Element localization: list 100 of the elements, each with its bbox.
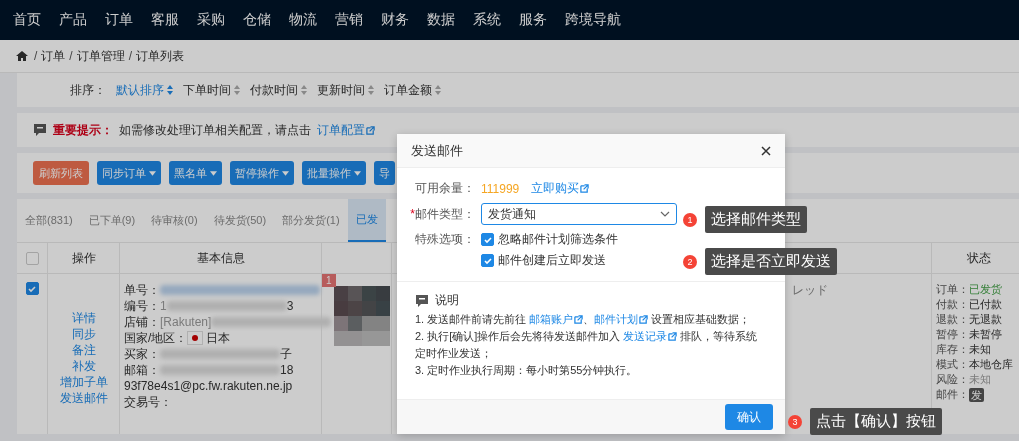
caret-icon xyxy=(210,170,217,176)
status-value: 未知 xyxy=(969,342,991,357)
status-value: 发 xyxy=(969,388,984,402)
note-line: 3. 定时作业执行周期：每小时第55分钟执行。 xyxy=(415,363,639,378)
nav-item[interactable]: 订单 xyxy=(96,11,142,29)
annotation-tooltip: 选择是否立即发送 xyxy=(705,248,837,275)
notice-text: 如需修改处理订单相关配置，请点击 xyxy=(119,121,311,139)
nav-item[interactable]: 系统 xyxy=(464,11,510,29)
option-label: 邮件创建后立即发送 xyxy=(498,252,606,269)
field-label: 可用余量： xyxy=(414,180,475,197)
breadcrumb-separator: / xyxy=(69,49,73,63)
status-tab[interactable]: 全部(831) xyxy=(17,199,81,242)
nav-item[interactable]: 营销 xyxy=(326,11,372,29)
column-header: 操作 xyxy=(71,249,96,267)
settings-link[interactable]: 邮件计划 xyxy=(594,311,649,328)
product-text: レッド xyxy=(792,282,828,299)
nav-item[interactable]: 产品 xyxy=(50,11,96,29)
external-link-icon xyxy=(580,184,590,193)
action-link[interactable]: 同步 xyxy=(71,326,96,342)
field-value: 1 xyxy=(160,298,167,314)
chat-icon xyxy=(33,123,47,137)
nav-item[interactable]: 首页 xyxy=(4,11,50,29)
status-value: 已付款 xyxy=(969,297,1002,312)
action-link[interactable]: 补发 xyxy=(71,358,96,374)
field-label: 编号： xyxy=(124,298,160,314)
sort-icon xyxy=(435,85,441,95)
external-link-icon xyxy=(668,332,678,341)
order-config-link[interactable]: 订单配置 xyxy=(317,121,375,139)
option-checkbox[interactable] xyxy=(481,254,494,267)
breadcrumb-separator: / xyxy=(34,49,38,63)
breadcrumb-link[interactable]: 订单管理 xyxy=(76,47,125,65)
row-checkbox[interactable] xyxy=(25,282,39,295)
nav-item[interactable]: 财务 xyxy=(372,11,418,29)
home-icon[interactable] xyxy=(16,51,28,61)
action-link[interactable]: 增加子单 xyxy=(59,374,108,390)
close-icon[interactable] xyxy=(761,145,771,156)
status-value: 已发货 xyxy=(969,282,1002,297)
status-tab[interactable]: 已发 xyxy=(347,199,386,242)
sort-option[interactable]: 下单时间 xyxy=(183,81,240,99)
settings-link[interactable]: 邮箱账户 xyxy=(529,311,584,328)
check-icon xyxy=(482,255,493,266)
nav-item[interactable]: 采购 xyxy=(188,11,234,29)
nav-item[interactable]: 客服 xyxy=(142,11,188,29)
field-value: 18 xyxy=(280,362,294,378)
chevron-down-icon xyxy=(660,211,670,217)
toolbar-button[interactable]: 导 xyxy=(374,161,395,185)
status-tab[interactable]: 部分发货(1) xyxy=(274,199,348,242)
toolbar-button[interactable]: 黑名单 xyxy=(169,161,222,185)
sort-icon xyxy=(368,85,374,95)
field-label: 交易号： xyxy=(124,394,172,410)
external-link-icon xyxy=(574,315,584,324)
settings-link[interactable]: 发送记录 xyxy=(623,328,678,345)
sort-label: 排序： xyxy=(70,81,106,99)
japan-flag-icon xyxy=(187,331,204,345)
buy-now-link[interactable]: 立即购买 xyxy=(531,180,590,197)
action-link[interactable]: 详情 xyxy=(71,310,96,326)
nav-item[interactable]: 数据 xyxy=(418,11,464,29)
sort-option[interactable]: 订单金额 xyxy=(384,81,441,99)
status-value: 未暂停 xyxy=(969,327,1002,342)
action-link[interactable]: 发送邮件 xyxy=(59,390,108,406)
toolbar-button[interactable]: 批量操作 xyxy=(302,161,366,185)
sort-option[interactable]: 更新时间 xyxy=(317,81,374,99)
balance-value: 111999 xyxy=(481,181,520,196)
nav-item[interactable]: 服务 xyxy=(510,11,556,29)
status-value: 无退款 xyxy=(969,312,1002,327)
field-label: 邮箱： xyxy=(124,362,160,378)
nav-item[interactable]: 物流 xyxy=(280,11,326,29)
nav-item[interactable]: 跨境导航 xyxy=(556,11,630,29)
caret-icon xyxy=(282,170,289,176)
chat-icon xyxy=(415,293,429,308)
breadcrumb-link[interactable]: 订单列表 xyxy=(136,47,185,65)
status-value: 未知 xyxy=(969,372,991,387)
status-value: 本地仓库 xyxy=(969,357,1013,372)
external-link-icon xyxy=(639,315,649,324)
select-all-checkbox[interactable] xyxy=(25,251,39,265)
field-value: 93f78e4s1@pc.fw.rakuten.ne.jp xyxy=(124,378,293,394)
note-line: 2. 执行[确认]操作后会先将待发送邮件加入 发送记录 排队，等待系统定时作业发送； xyxy=(415,328,759,361)
action-link[interactable]: 备注 xyxy=(71,342,96,358)
confirm-button[interactable]: 确认 xyxy=(725,404,773,430)
note-line: 1. 发送邮件前请先前往 邮箱账户 、邮件计划 设置相应基础数据； xyxy=(415,311,767,328)
field-value: 日本 xyxy=(206,330,231,346)
breadcrumb-link[interactable]: 订单 xyxy=(41,47,66,65)
field-value: 子 xyxy=(280,346,292,362)
status-label: 付款： xyxy=(936,297,969,312)
toolbar-button[interactable]: 刷新列表 xyxy=(33,161,89,185)
sort-option[interactable]: 付款时间 xyxy=(250,81,307,99)
sort-option[interactable]: 默认排序 xyxy=(116,81,173,99)
option-checkbox[interactable] xyxy=(481,233,494,246)
status-tab[interactable]: 待审核(0) xyxy=(143,199,206,242)
status-tab[interactable]: 已下单(9) xyxy=(80,199,144,242)
toolbar-button[interactable]: 暂停操作 xyxy=(230,161,294,185)
sort-icon xyxy=(234,85,240,95)
email-type-select[interactable]: 发货通知 xyxy=(481,203,677,225)
breadcrumb-separator: / xyxy=(128,49,133,63)
notice-title: 重要提示： xyxy=(53,121,113,139)
option-label: 忽略邮件计划筛选条件 xyxy=(498,231,618,248)
field-value: [Rakuten] xyxy=(160,314,212,330)
status-tab[interactable]: 待发货(50) xyxy=(205,199,275,242)
nav-item[interactable]: 仓储 xyxy=(234,11,280,29)
toolbar-button[interactable]: 同步订单 xyxy=(97,161,161,185)
